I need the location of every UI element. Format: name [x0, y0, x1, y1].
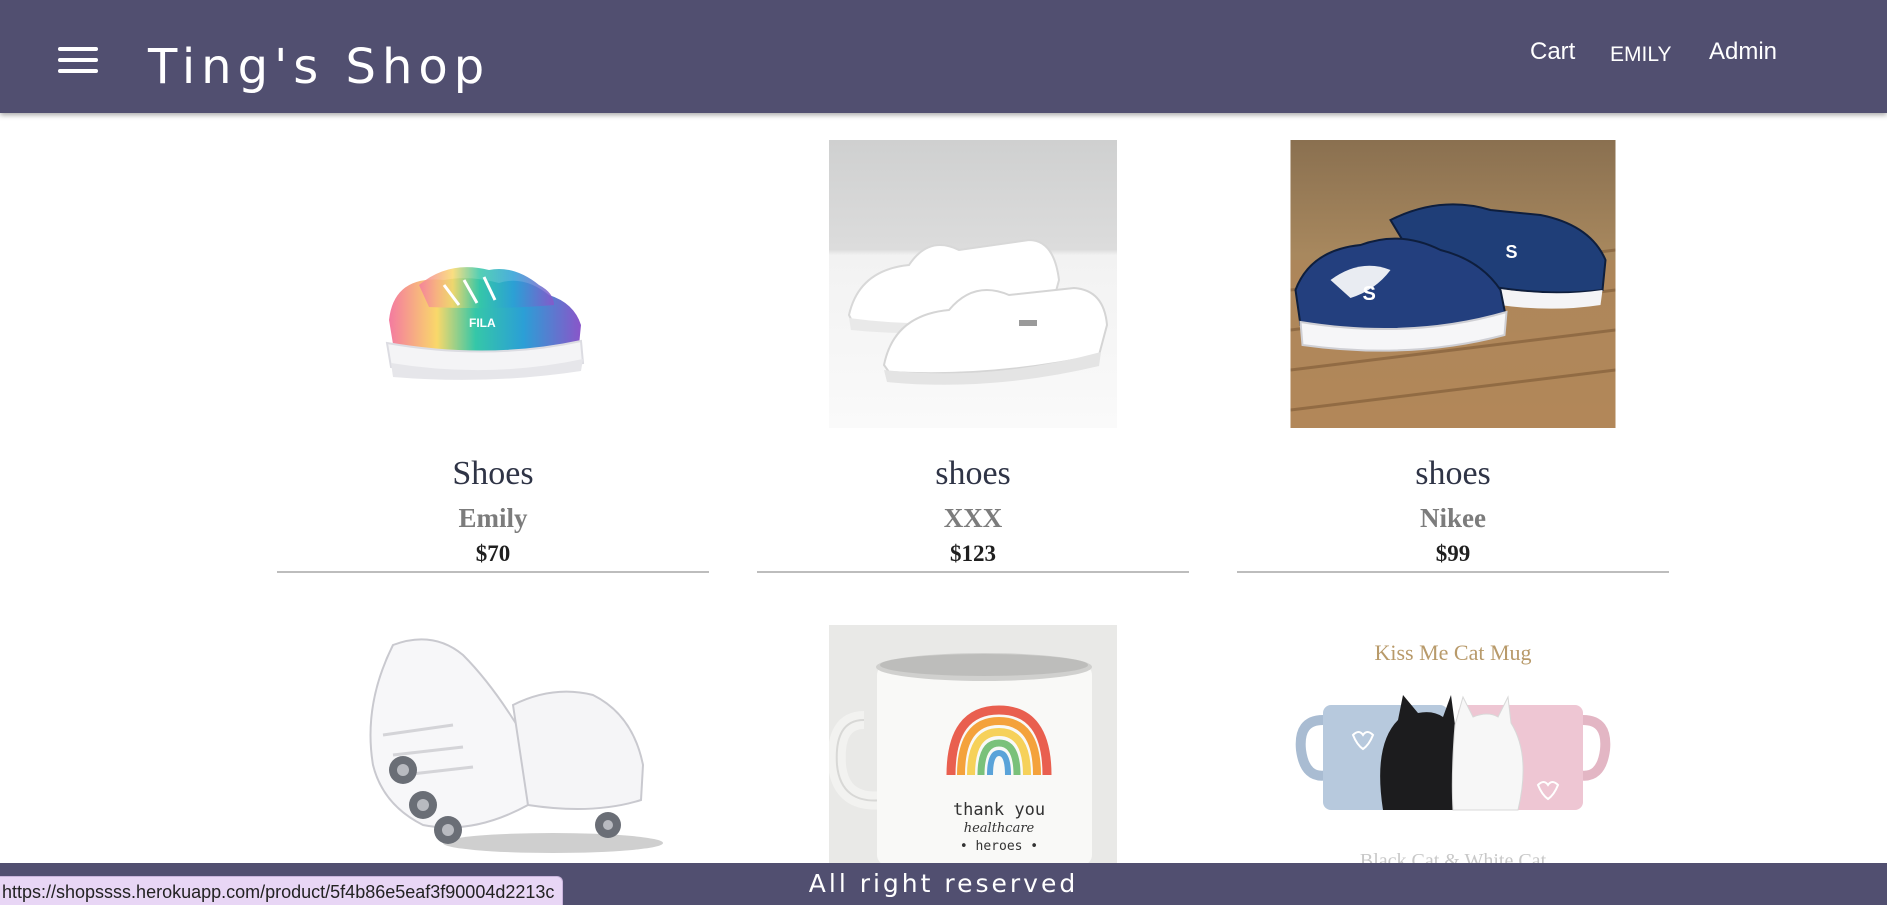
svg-text:S: S — [1363, 283, 1376, 305]
roller-shoe-image[interactable] — [323, 625, 663, 863]
navy-sneaker-image[interactable]: S S — [1290, 140, 1616, 428]
product-name[interactable]: Shoes — [277, 455, 709, 493]
white-slip-on-image[interactable] — [829, 140, 1117, 428]
product-price: $123 — [950, 541, 996, 566]
mug-thank-you-text: thank you — [953, 800, 1045, 820]
product-price: $99 — [1435, 541, 1471, 566]
svg-text:S: S — [1506, 242, 1518, 262]
svg-text:FILA: FILA — [469, 316, 496, 330]
tie-dye-sneaker-image[interactable]: FILA — [349, 135, 637, 423]
top-navbar: Ting's Shop Cart EMILY Admin — [0, 0, 1887, 113]
product-name[interactable]: shoes — [1237, 455, 1669, 493]
cat-mug-image[interactable]: Kiss Me Cat Mug Black Cat & White Cat — [1283, 625, 1623, 863]
rainbow-mug-image[interactable]: thank you healthcare • heroes • — [829, 625, 1117, 863]
shop-brand-title[interactable]: Ting's Shop — [148, 36, 490, 98]
product-name[interactable]: shoes — [757, 455, 1189, 493]
hamburger-menu-icon[interactable] — [58, 47, 100, 77]
mug-subcaption: Black Cat & White Cat — [1359, 850, 1547, 863]
status-bar-url: https://shopssss.herokuapp.com/product/5… — [0, 876, 564, 905]
product-brand: Emily — [458, 503, 528, 533]
product-brand: Nikee — [1420, 503, 1486, 533]
product-brand: XXX — [943, 503, 1003, 533]
svg-text:• heroes •: • heroes • — [960, 839, 1038, 854]
product-divider — [277, 571, 709, 573]
product-divider — [757, 571, 1189, 573]
product-price: $70 — [475, 541, 511, 566]
nav-cart-link[interactable]: Cart — [1530, 38, 1575, 66]
nav-user-link[interactable]: EMILY — [1610, 41, 1671, 69]
product-divider — [1237, 571, 1669, 573]
svg-text:healthcare: healthcare — [964, 821, 1035, 836]
nav-admin-link[interactable]: Admin — [1709, 38, 1777, 66]
